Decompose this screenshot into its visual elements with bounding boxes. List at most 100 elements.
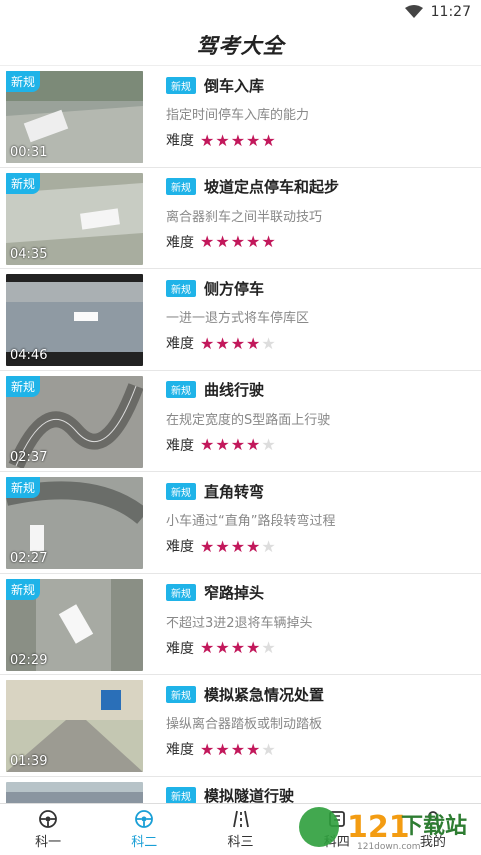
video-duration: 02:27 — [10, 551, 48, 566]
star-icon: ★ — [246, 536, 261, 556]
list-item[interactable]: 新规 04:35 新规 坡道定点停车和起步 离合器刹车之间半联动技巧 难度 ★ ★ ★ ★ ★ — [0, 168, 481, 269]
video-thumbnail[interactable] — [6, 781, 143, 803]
video-thumbnail[interactable]: 04:46 — [6, 274, 143, 366]
video-duration: 04:35 — [10, 246, 48, 262]
new-rule-badge: 新规 — [6, 375, 41, 397]
item-info: 新规 曲线行驶 在规定宽度的S型路面上行驶 难度 ★ ★ ★ ★ ★ — [166, 379, 473, 455]
star-icon: ★ — [200, 739, 215, 759]
list-item[interactable]: 新规 02:37 新规 曲线行驶 在规定宽度的S型路面上行驶 难度 ★ ★ ★ ★ ★ — [0, 371, 481, 472]
new-rule-tag: 新规 — [166, 76, 196, 94]
video-thumbnail[interactable]: 新规 02:29 — [6, 578, 143, 671]
thumbnail-image — [6, 781, 143, 803]
star-icon: ★ — [215, 333, 230, 353]
star-rating: ★ ★ ★ ★ ★ — [200, 740, 277, 759]
star-icon: ★ — [215, 232, 230, 251]
item-description: 不超过3进2退将车辆掉头 — [166, 615, 313, 631]
item-info: 新规 坡道定点停车和起步 离合器刹车之间半联动技巧 难度 ★ ★ ★ ★ ★ — [166, 176, 473, 252]
star-icon: ★ — [261, 739, 276, 759]
difficulty-rating: 难度 ★ ★ ★ ★ ★ — [166, 232, 473, 252]
star-icon: ★ — [261, 130, 276, 150]
star-icon: ★ — [230, 739, 246, 759]
item-info: 新规 窄路掉头 不超过3进2退将车辆掉头 难度 ★ ★ ★ ★ ★ — [166, 582, 473, 658]
new-rule-badge: 新规 — [6, 578, 41, 600]
list-item[interactable]: 01:39 新规 模拟紧急情况处置 操纵离合器踏板或制动踏板 难度 ★ ★ ★ ★ ★ — [0, 675, 481, 777]
difficulty-label: 难度 — [166, 742, 194, 758]
star-icon: ★ — [261, 435, 276, 454]
tab-1[interactable]: 科一 — [0, 804, 96, 855]
difficulty-rating: 难度 ★ ★ ★ ★ ★ — [166, 638, 473, 658]
item-title: 曲线行驶 — [204, 381, 265, 399]
difficulty-rating: 难度 ★ ★ ★ ★ ★ — [166, 435, 473, 455]
star-icon: ★ — [230, 638, 246, 657]
item-description: 在规定宽度的S型路面上行驶 — [166, 412, 331, 428]
watermark-graphic: 121下载站121down.com — [299, 807, 467, 852]
star-rating: ★ ★ ★ ★ ★ — [200, 232, 277, 251]
road-icon — [232, 810, 249, 828]
difficulty-label: 难度 — [166, 640, 194, 657]
list-item[interactable]: 04:46 新规 侧方停车 一进一退方式将车停库区 难度 ★ ★ ★ ★ ★ — [0, 269, 481, 371]
video-duration: 00:31 — [10, 145, 48, 160]
new-rule-badge: 新规 — [6, 71, 41, 92]
star-icon: ★ — [215, 536, 230, 556]
item-title: 坡道定点停车和起步 — [204, 178, 340, 196]
star-icon: ★ — [246, 435, 261, 454]
star-icon: ★ — [230, 232, 246, 251]
item-title: 模拟隧道行驶 — [204, 787, 295, 803]
star-icon: ★ — [230, 333, 246, 353]
item-info: 新规 模拟紧急情况处置 操纵离合器踏板或制动踏板 难度 ★ ★ ★ ★ ★ — [166, 683, 473, 759]
star-icon: ★ — [261, 638, 276, 657]
difficulty-label: 难度 — [166, 437, 194, 454]
star-icon: ★ — [246, 130, 261, 150]
tab-2[interactable]: 科二 — [96, 804, 192, 855]
item-info: 新规 倒车入库 指定时间停车入库的能力 难度 ★ ★ ★ ★ ★ — [166, 74, 473, 150]
item-description: 指定时间停车入库的能力 — [166, 108, 310, 123]
star-icon: ★ — [246, 739, 261, 759]
difficulty-label: 难度 — [166, 336, 194, 352]
star-icon: ★ — [261, 333, 276, 353]
item-title: 倒车入库 — [204, 76, 265, 95]
difficulty-label: 难度 — [166, 539, 194, 555]
item-title: 模拟紧急情况处置 — [204, 685, 325, 704]
new-rule-tag: 新规 — [166, 584, 196, 601]
video-duration: 04:46 — [10, 348, 48, 363]
star-rating: ★ ★ ★ ★ ★ — [200, 638, 277, 657]
item-info: 新规 直角转弯 小车通过“直角”路段转弯过程 难度 ★ ★ ★ ★ ★ — [166, 480, 473, 556]
item-description: 操纵离合器踏板或制动踏板 — [166, 717, 323, 732]
difficulty-label: 难度 — [166, 133, 194, 149]
new-rule-tag: 新规 — [166, 381, 196, 398]
video-list[interactable]: 新规 00:31 新规 倒车入库 指定时间停车入库的能力 难度 ★ ★ ★ ★ ★ 新规 04:35 新规… — [0, 66, 481, 803]
star-icon: ★ — [215, 739, 230, 759]
item-title: 直角转弯 — [204, 482, 265, 501]
page-title: 驾考大全 — [196, 32, 285, 58]
star-icon: ★ — [200, 536, 215, 556]
item-info: 新规 模拟隧道行驶 — [166, 785, 473, 803]
tab-label: 科二 — [131, 835, 158, 850]
star-icon: ★ — [200, 130, 215, 150]
list-item[interactable]: 新规 模拟隧道行驶 — [0, 777, 481, 803]
video-thumbnail[interactable]: 新规 02:27 — [6, 477, 143, 569]
svg-text:121down.com: 121down.com — [357, 842, 421, 851]
list-item[interactable]: 新规 02:29 新规 窄路掉头 不超过3进2退将车辆掉头 难度 ★ ★ ★ ★ ★ — [0, 574, 481, 675]
video-thumbnail[interactable]: 新规 00:31 — [6, 71, 143, 163]
new-rule-tag: 新规 — [166, 279, 196, 297]
video-thumbnail[interactable]: 新规 04:35 — [6, 172, 143, 265]
star-rating: ★ ★ ★ ★ ★ — [200, 334, 277, 353]
list-item[interactable]: 新规 00:31 新规 倒车入库 指定时间停车入库的能力 难度 ★ ★ ★ ★ ★ — [0, 66, 481, 168]
tab-3[interactable]: 科三 — [192, 804, 288, 855]
new-rule-badge: 新规 — [6, 172, 41, 194]
item-description: 小车通过“直角”路段转弯过程 — [166, 514, 336, 529]
star-icon: ★ — [230, 435, 246, 454]
video-thumbnail[interactable]: 新规 02:37 — [6, 375, 143, 468]
video-duration: 02:29 — [10, 652, 48, 668]
star-icon: ★ — [261, 232, 276, 251]
new-rule-tag: 新规 — [166, 482, 196, 500]
difficulty-rating: 难度 ★ ★ ★ ★ ★ — [166, 333, 473, 353]
difficulty-rating: 难度 ★ ★ ★ ★ ★ — [166, 739, 473, 759]
star-icon: ★ — [215, 435, 230, 454]
video-thumbnail[interactable]: 01:39 — [6, 680, 143, 772]
item-title: 侧方停车 — [204, 279, 265, 298]
list-item[interactable]: 新规 02:27 新规 直角转弯 小车通过“直角”路段转弯过程 难度 ★ ★ ★ ★ ★ — [0, 472, 481, 574]
new-rule-badge: 新规 — [6, 477, 41, 498]
star-icon: ★ — [200, 638, 215, 657]
item-info: 新规 侧方停车 一进一退方式将车停库区 难度 ★ ★ ★ ★ ★ — [166, 277, 473, 353]
